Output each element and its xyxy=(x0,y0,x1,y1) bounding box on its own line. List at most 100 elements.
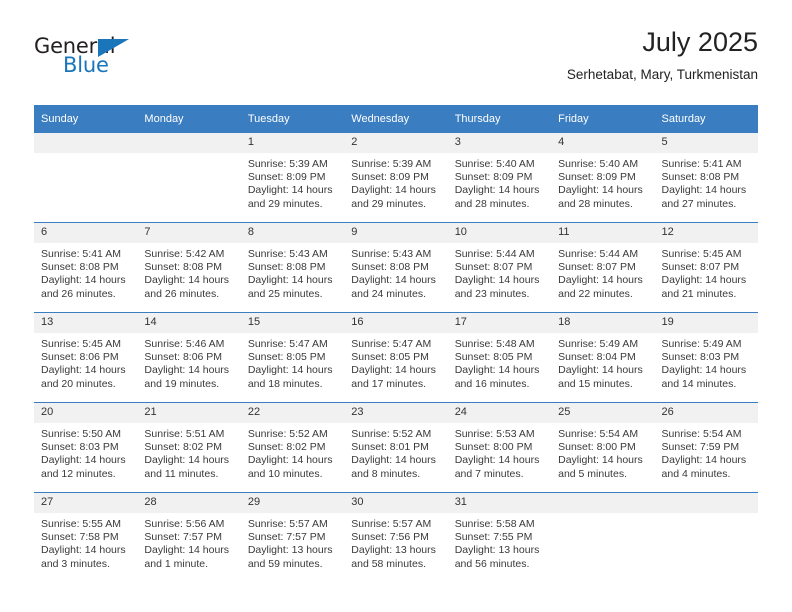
day-number: 27 xyxy=(34,493,138,513)
calendar-day-cell[interactable]: 25 Sunrise: 5:54 AM Sunset: 8:00 PM Dayligh… xyxy=(551,402,655,493)
sunrise-text: Sunrise: 5:39 AM xyxy=(351,158,432,170)
calendar-day-cell[interactable]: 30 Sunrise: 5:57 AM Sunset: 7:56 PM Dayligh… xyxy=(344,492,448,582)
day-details: Sunrise: 5:53 AM Sunset: 8:00 PM Daylight:… xyxy=(448,423,551,481)
daylight-text-line2: and 26 minutes. xyxy=(144,287,220,300)
day-details: Sunrise: 5:39 AM Sunset: 8:09 PM Daylight:… xyxy=(344,153,447,211)
day-number: 25 xyxy=(551,403,655,423)
sunrise-text: Sunrise: 5:55 AM xyxy=(41,518,121,530)
daylight-text-line1: Daylight: 14 hours xyxy=(661,454,747,467)
sunrise-text: Sunrise: 5:45 AM xyxy=(661,248,742,260)
daylight-text-line1: Daylight: 14 hours xyxy=(247,454,333,467)
calendar-day-cell[interactable]: 29 Sunrise: 5:57 AM Sunset: 7:57 PM Dayligh… xyxy=(240,492,345,582)
day-details: Sunrise: 5:40 AM Sunset: 8:09 PM Daylight:… xyxy=(551,153,654,211)
day-details: Sunrise: 5:46 AM Sunset: 8:06 PM Daylight:… xyxy=(137,333,240,391)
sunrise-text: Sunrise: 5:53 AM xyxy=(454,428,535,440)
calendar-day-cell[interactable]: 23 Sunrise: 5:52 AM Sunset: 8:01 PM Dayligh… xyxy=(344,402,448,493)
sunrise-text: Sunrise: 5:54 AM xyxy=(661,428,742,440)
day-number: 24 xyxy=(447,403,552,423)
daylight-text-line2: and 12 minutes. xyxy=(41,467,116,480)
calendar-day-cell[interactable]: 15 Sunrise: 5:47 AM Sunset: 8:05 PM Dayligh… xyxy=(240,312,345,403)
sunset-text: Sunset: 8:09 PM xyxy=(454,171,533,184)
calendar-week-row: 27 Sunrise: 5:55 AM Sunset: 7:58 PM Dayligh… xyxy=(34,492,758,582)
calendar-day-cell[interactable]: 4 Sunrise: 5:40 AM Sunset: 8:09 PM Daylight… xyxy=(551,133,655,223)
sunset-text: Sunset: 8:09 PM xyxy=(247,171,326,184)
calendar-header-row: Sunday Monday Tuesday Wednesday Thursday… xyxy=(34,105,758,133)
daylight-text-line1: Daylight: 14 hours xyxy=(454,454,540,467)
sunrise-text: Sunrise: 5:47 AM xyxy=(247,338,328,350)
calendar-day-cell[interactable]: 28 Sunrise: 5:56 AM Sunset: 7:57 PM Dayligh… xyxy=(137,492,241,582)
sunset-text: Sunset: 8:00 PM xyxy=(558,441,636,454)
sunrise-text: Sunrise: 5:40 AM xyxy=(558,158,639,170)
sunset-text: Sunset: 8:08 PM xyxy=(351,261,429,274)
day-details: Sunrise: 5:58 AM Sunset: 7:55 PM Daylight:… xyxy=(448,513,551,571)
daylight-text-line1: Daylight: 14 hours xyxy=(351,364,436,377)
calendar-day-cell[interactable]: 10 Sunrise: 5:44 AM Sunset: 8:07 PM Dayligh… xyxy=(447,222,552,313)
sunset-text: Sunset: 8:03 PM xyxy=(661,351,740,364)
daylight-text-line1: Daylight: 14 hours xyxy=(351,454,436,467)
calendar-day-cell[interactable]: 14 Sunrise: 5:46 AM Sunset: 8:06 PM Dayligh… xyxy=(137,312,241,403)
sunset-text: Sunset: 7:59 PM xyxy=(661,441,740,454)
day-number: 13 xyxy=(34,313,138,333)
calendar-day-cell[interactable]: 26 Sunrise: 5:54 AM Sunset: 7:59 PM Dayligh… xyxy=(654,402,758,493)
general-blue-logo[interactable]: General Blue xyxy=(34,36,164,86)
calendar-day-cell[interactable]: 31 Sunrise: 5:58 AM Sunset: 7:55 PM Dayligh… xyxy=(447,492,552,582)
day-details: Sunrise: 5:49 AM Sunset: 8:04 PM Daylight:… xyxy=(551,333,654,391)
page-header: General Blue July 2025 Serhetabat, Mary,… xyxy=(34,27,758,98)
page-title: July 2025 xyxy=(642,27,758,57)
daylight-text-line1: Daylight: 13 hours xyxy=(454,544,540,557)
day-details: Sunrise: 5:51 AM Sunset: 8:02 PM Daylight:… xyxy=(137,423,240,481)
calendar-day-cell[interactable]: 17 Sunrise: 5:48 AM Sunset: 8:05 PM Dayligh… xyxy=(447,312,552,403)
calendar-day-cell[interactable]: 20 Sunrise: 5:50 AM Sunset: 8:03 PM Dayligh… xyxy=(34,402,138,493)
calendar-day-cell[interactable]: 13 Sunrise: 5:45 AM Sunset: 8:06 PM Dayligh… xyxy=(34,312,138,403)
daylight-text-line2: and 26 minutes. xyxy=(41,287,116,300)
calendar-day-cell[interactable]: 21 Sunrise: 5:51 AM Sunset: 8:02 PM Dayligh… xyxy=(137,402,241,493)
calendar-day-cell[interactable]: 6 Sunrise: 5:41 AM Sunset: 8:08 PM Daylight… xyxy=(34,222,138,313)
calendar-table: Sunday Monday Tuesday Wednesday Thursday… xyxy=(34,105,758,582)
calendar-empty-cell xyxy=(137,133,241,223)
calendar-day-cell[interactable]: 27 Sunrise: 5:55 AM Sunset: 7:58 PM Dayligh… xyxy=(34,492,138,582)
calendar-day-cell[interactable]: 24 Sunrise: 5:53 AM Sunset: 8:00 PM Dayligh… xyxy=(447,402,552,493)
sunrise-text: Sunrise: 5:51 AM xyxy=(144,428,225,440)
daylight-text-line2: and 16 minutes. xyxy=(454,377,530,390)
calendar-day-cell[interactable]: 7 Sunrise: 5:42 AM Sunset: 8:08 PM Daylight… xyxy=(137,222,241,313)
calendar-day-cell[interactable]: 11 Sunrise: 5:44 AM Sunset: 8:07 PM Dayligh… xyxy=(551,222,655,313)
day-number: 4 xyxy=(551,133,655,153)
calendar-day-cell[interactable]: 22 Sunrise: 5:52 AM Sunset: 8:02 PM Dayligh… xyxy=(240,402,345,493)
location-subtitle: Serhetabat, Mary, Turkmenistan xyxy=(566,66,758,82)
daylight-text-line1: Daylight: 13 hours xyxy=(351,544,436,557)
calendar-container: Sunday Monday Tuesday Wednesday Thursday… xyxy=(34,105,758,582)
calendar-day-cell[interactable]: 1 Sunrise: 5:39 AM Sunset: 8:09 PM Daylight… xyxy=(240,133,345,223)
calendar-day-cell[interactable]: 18 Sunrise: 5:49 AM Sunset: 8:04 PM Dayligh… xyxy=(551,312,655,403)
calendar-empty-cell xyxy=(551,492,655,582)
calendar-body: 1 Sunrise: 5:39 AM Sunset: 8:09 PM Daylight… xyxy=(34,133,758,582)
sunset-text: Sunset: 7:57 PM xyxy=(144,531,223,544)
calendar-day-cell[interactable]: 16 Sunrise: 5:47 AM Sunset: 8:05 PM Dayligh… xyxy=(344,312,448,403)
daylight-text-line1: Daylight: 14 hours xyxy=(454,274,540,287)
sunset-text: Sunset: 8:06 PM xyxy=(144,351,223,364)
sunset-text: Sunset: 8:07 PM xyxy=(558,261,636,274)
weekday-header-wednesday: Wednesday xyxy=(344,105,448,133)
daylight-text-line1: Daylight: 14 hours xyxy=(661,274,747,287)
calendar-day-cell[interactable]: 5 Sunrise: 5:41 AM Sunset: 8:08 PM Daylight… xyxy=(654,133,758,223)
daylight-text-line2: and 29 minutes. xyxy=(351,197,426,210)
calendar-day-cell[interactable]: 12 Sunrise: 5:45 AM Sunset: 8:07 PM Dayligh… xyxy=(654,222,758,313)
daylight-text-line1: Daylight: 14 hours xyxy=(41,544,126,557)
calendar-day-cell[interactable]: 3 Sunrise: 5:40 AM Sunset: 8:09 PM Daylight… xyxy=(447,133,552,223)
daylight-text-line2: and 4 minutes. xyxy=(661,467,731,480)
daylight-text-line1: Daylight: 14 hours xyxy=(144,274,230,287)
calendar-day-cell[interactable]: 9 Sunrise: 5:43 AM Sunset: 8:08 PM Daylight… xyxy=(344,222,448,313)
day-number: 7 xyxy=(137,223,241,243)
daylight-text-line1: Daylight: 14 hours xyxy=(558,364,643,377)
daylight-text-line2: and 8 minutes. xyxy=(351,467,421,480)
calendar-day-cell[interactable]: 19 Sunrise: 5:49 AM Sunset: 8:03 PM Dayligh… xyxy=(654,312,758,403)
calendar-day-cell[interactable]: 2 Sunrise: 5:39 AM Sunset: 8:09 PM Daylight… xyxy=(344,133,448,223)
daylight-text-line1: Daylight: 14 hours xyxy=(144,544,230,557)
day-details: Sunrise: 5:50 AM Sunset: 8:03 PM Daylight:… xyxy=(34,423,137,481)
daylight-text-line1: Daylight: 14 hours xyxy=(144,454,230,467)
sunset-text: Sunset: 8:00 PM xyxy=(454,441,533,454)
day-details: Sunrise: 5:57 AM Sunset: 7:56 PM Daylight:… xyxy=(344,513,447,571)
day-details: Sunrise: 5:41 AM Sunset: 8:08 PM Daylight:… xyxy=(655,153,758,211)
calendar-day-cell[interactable]: 8 Sunrise: 5:43 AM Sunset: 8:08 PM Daylight… xyxy=(240,222,345,313)
sunrise-text: Sunrise: 5:48 AM xyxy=(454,338,535,350)
sunset-text: Sunset: 8:08 PM xyxy=(144,261,223,274)
